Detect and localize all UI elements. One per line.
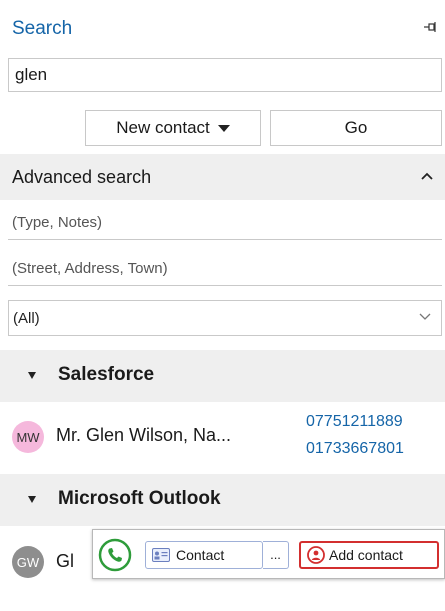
group-label: Microsoft Outlook xyxy=(58,488,221,509)
phone-call-icon[interactable] xyxy=(97,537,133,573)
address-placeholder: (Street, Address, Town) xyxy=(12,260,168,277)
chevron-up-icon[interactable] xyxy=(421,172,433,180)
collapse-triangle-icon[interactable] xyxy=(28,496,36,503)
go-button[interactable]: Go xyxy=(270,110,442,146)
contact-card-icon xyxy=(152,548,170,562)
pin-icon[interactable] xyxy=(423,20,437,34)
more-options-button[interactable]: ... xyxy=(263,541,289,569)
add-contact-icon xyxy=(307,546,325,564)
contact-name[interactable]: Gl xyxy=(56,551,74,572)
avatar: MW xyxy=(12,421,44,453)
add-contact-label: Add contact xyxy=(329,547,403,563)
group-header-salesforce[interactable]: Salesforce xyxy=(0,350,445,402)
address-field[interactable]: (Street, Address, Town) xyxy=(8,252,442,286)
collapse-triangle-icon[interactable] xyxy=(28,372,36,379)
contact-name[interactable]: Mr. Glen Wilson, Na... xyxy=(56,425,231,446)
add-contact-button[interactable]: Add contact xyxy=(299,541,439,569)
filter-select[interactable]: (All) xyxy=(8,300,442,336)
advanced-search-label: Advanced search xyxy=(12,167,152,187)
type-notes-placeholder: (Type, Notes) xyxy=(12,214,103,231)
caret-down-icon xyxy=(217,124,230,132)
search-input[interactable]: glen xyxy=(8,58,442,92)
type-notes-field[interactable]: (Type, Notes) xyxy=(8,206,442,240)
search-query: glen xyxy=(15,65,48,84)
contact-label: Contact xyxy=(176,547,225,563)
chevron-down-icon xyxy=(419,313,431,320)
panel-header: Search xyxy=(0,0,445,54)
new-contact-label: New contact xyxy=(116,118,210,137)
phone-number-link[interactable]: 01733667801 xyxy=(306,440,404,458)
group-header-outlook[interactable]: Microsoft Outlook xyxy=(0,474,445,526)
phone-number-link[interactable]: 07751211889 xyxy=(306,413,403,431)
avatar: GW xyxy=(12,546,44,578)
go-label: Go xyxy=(344,118,368,137)
filter-select-value: (All) xyxy=(13,310,40,327)
group-label: Salesforce xyxy=(58,364,155,385)
advanced-search-header[interactable]: Advanced search xyxy=(0,154,445,200)
hover-action-bar: Contact ... Add contact xyxy=(92,529,445,579)
panel-title: Search xyxy=(12,18,73,39)
search-panel: Search glen New contact Go Advanced sear… xyxy=(0,0,445,611)
new-contact-button[interactable]: New contact xyxy=(85,110,261,146)
contact-button[interactable]: Contact xyxy=(145,541,263,569)
